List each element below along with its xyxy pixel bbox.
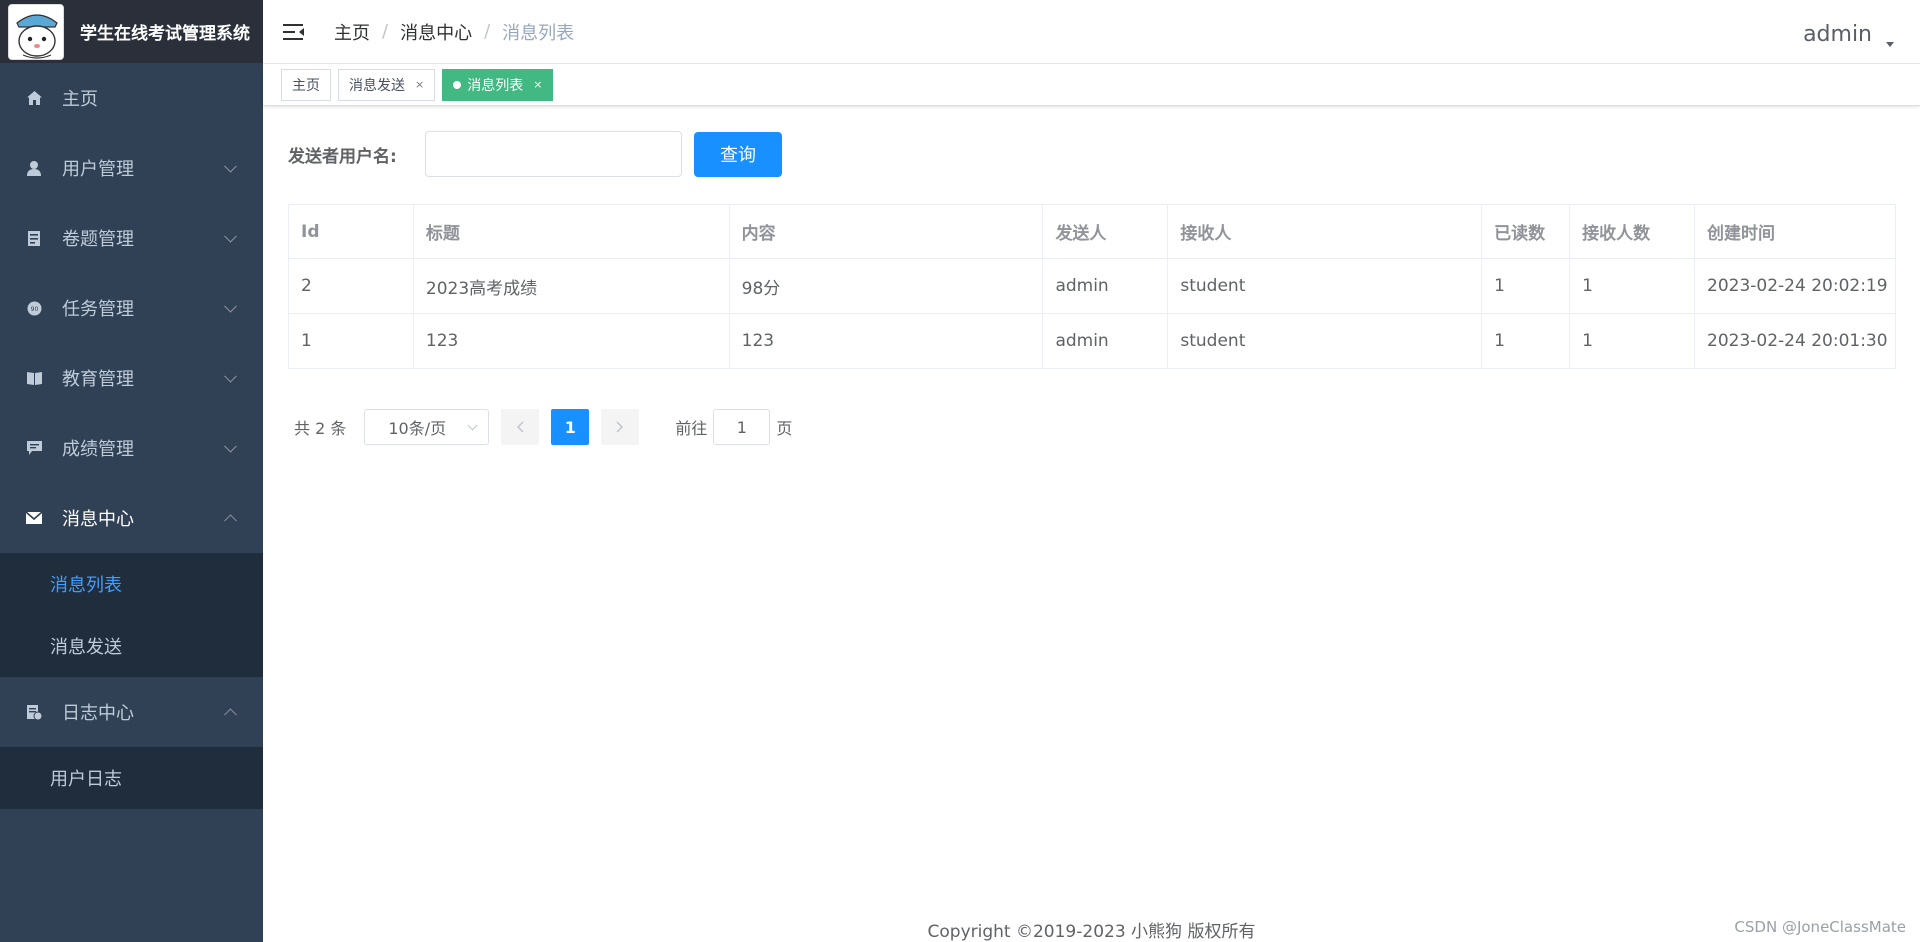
goto-label: 前往 [675, 419, 708, 438]
prev-page-button[interactable] [501, 409, 540, 445]
breadcrumb: 主页 / 消息中心 / 消息列表 [334, 19, 574, 45]
paper-icon [25, 229, 43, 247]
user-icon [25, 159, 43, 177]
svg-text:90: 90 [30, 306, 38, 313]
active-dot-icon [453, 80, 462, 89]
table-cell: 1 [1481, 313, 1571, 369]
table-row[interactable]: 1 123 123 admin student 1 1 2023-02-24 2… [288, 313, 1896, 369]
breadcrumb-message-center[interactable]: 消息中心 [400, 19, 472, 45]
caret-down-icon[interactable] [1886, 42, 1894, 47]
sidebar-item-message-list[interactable]: 消息列表 [0, 553, 263, 615]
page-number-current[interactable]: 1 [551, 409, 590, 445]
goto-page-input[interactable] [713, 409, 771, 445]
chat-icon [25, 439, 43, 457]
table-cell: admin [1042, 258, 1169, 314]
tag-label: 消息列表 [467, 77, 524, 94]
table-cell: student [1167, 258, 1483, 314]
table-cell: admin [1042, 313, 1169, 369]
user-menu[interactable]: admin [1803, 22, 1872, 47]
brand: 学生在线考试管理系统 [0, 0, 263, 63]
navbar: 主页 / 消息中心 / 消息列表 admin [263, 0, 1920, 64]
sidebar-item-score-management[interactable]: 成绩管理 [0, 413, 263, 483]
breadcrumb-current: 消息列表 [502, 22, 575, 44]
column-header[interactable]: 内容 [729, 204, 1044, 259]
sidebar-item-message-center[interactable]: 消息中心 [0, 483, 263, 553]
tag-home[interactable]: 主页 [281, 68, 331, 101]
message-table: Id 标题 内容 发送人 接收人 已读数 接收人数 创建时间 2 2023高考成… [288, 204, 1896, 369]
home-icon [25, 89, 43, 107]
tag-label: 主页 [292, 77, 320, 94]
sidebar-item-task-management[interactable]: 90 任务管理 [0, 273, 263, 343]
table-cell: 123 [413, 313, 730, 369]
table-cell: 1 [1569, 258, 1696, 314]
submenu-log-center: 用户日志 [0, 747, 263, 809]
table-cell: 2023-02-24 20:01:30 [1694, 313, 1896, 369]
tag-label: 消息发送 [349, 77, 405, 94]
breadcrumb-separator: / [484, 21, 491, 42]
sidebar-item-label: 主页 [62, 89, 98, 110]
breadcrumb-home[interactable]: 主页 [334, 19, 370, 45]
table-cell: 2023高考成绩 [413, 258, 730, 314]
table-cell: 98分 [729, 258, 1044, 314]
column-header[interactable]: 发送人 [1042, 204, 1169, 259]
submenu-message-center: 消息列表 消息发送 [0, 553, 263, 677]
footer-copyright: Copyright ©2019-2023 小熊狗 版权所有 [927, 922, 1256, 942]
next-page-button[interactable] [601, 409, 640, 445]
table-cell: 1 [1481, 258, 1571, 314]
sidebar: 学生在线考试管理系统 主页 用户管理 卷题管理 90 任务管理 教育管理 成绩管… [0, 0, 263, 942]
log-icon [25, 703, 43, 721]
table-cell: 1 [288, 313, 414, 369]
close-icon[interactable]: × [415, 78, 424, 91]
sidebar-item-home[interactable]: 主页 [0, 63, 263, 133]
tag-message-send[interactable]: 消息发送 × [338, 68, 436, 101]
goto-suffix: 页 [776, 419, 793, 438]
watermark: CSDN @JoneClassMate [1734, 918, 1906, 936]
pagination: 共 2 条 10条/页 1 前往 页 [294, 409, 792, 445]
sender-username-label: 发送者用户名: [288, 146, 397, 167]
sidebar-item-education-management[interactable]: 教育管理 [0, 343, 263, 413]
table-cell: 1 [1569, 313, 1696, 369]
sidebar-menu: 主页 用户管理 卷题管理 90 任务管理 教育管理 成绩管理 消息中心 消息列表… [0, 63, 263, 809]
sender-username-input[interactable] [425, 131, 682, 177]
tag-message-list[interactable]: 消息列表 × [442, 68, 554, 101]
chevron-down-icon [467, 420, 478, 431]
book-icon [25, 369, 43, 387]
table-row[interactable]: 2 2023高考成绩 98分 admin student 1 1 2023-02… [288, 258, 1896, 314]
sidebar-item-paper-management[interactable]: 卷题管理 [0, 203, 263, 273]
app-title: 学生在线考试管理系统 [80, 24, 250, 44]
table-cell: 2 [288, 258, 414, 314]
column-header[interactable]: Id [288, 204, 414, 259]
query-button[interactable]: 查询 [694, 131, 782, 177]
column-header[interactable]: 接收人数 [1569, 204, 1696, 259]
search-form: 发送者用户名: 查询 [288, 131, 782, 177]
tags-view: 主页 消息发送 × 消息列表 × [263, 64, 1920, 106]
pagination-total: 共 2 条 [294, 419, 347, 438]
page-size-select[interactable]: 10条/页 [364, 409, 490, 445]
sidebar-item-user-management[interactable]: 用户管理 [0, 133, 263, 203]
sidebar-item-log-center[interactable]: 日志中心 [0, 677, 263, 747]
mail-icon [25, 509, 43, 527]
chevron-left-icon [517, 421, 524, 433]
column-header[interactable]: 创建时间 [1694, 204, 1896, 259]
table-header-row: Id 标题 内容 发送人 接收人 已读数 接收人数 创建时间 [288, 204, 1896, 259]
hamburger-icon[interactable] [283, 22, 305, 42]
task-icon: 90 [25, 299, 43, 317]
table-cell: 2023-02-24 20:02:19 [1694, 258, 1896, 314]
logo [8, 3, 64, 60]
table-cell: 123 [729, 313, 1044, 369]
table-cell: student [1167, 313, 1483, 369]
breadcrumb-separator: / [382, 21, 389, 42]
column-header[interactable]: 接收人 [1167, 204, 1483, 259]
page-size-value: 10条/页 [388, 419, 447, 438]
sidebar-item-user-log[interactable]: 用户日志 [0, 747, 263, 809]
sidebar-item-message-send[interactable]: 消息发送 [0, 615, 263, 677]
column-header[interactable]: 已读数 [1481, 204, 1571, 259]
main-content: 发送者用户名: 查询 Id 标题 内容 发送人 接收人 已读数 接收人数 创建时… [263, 107, 1920, 942]
column-header[interactable]: 标题 [413, 204, 730, 259]
chevron-right-icon [616, 421, 624, 433]
close-icon[interactable]: × [533, 78, 542, 91]
